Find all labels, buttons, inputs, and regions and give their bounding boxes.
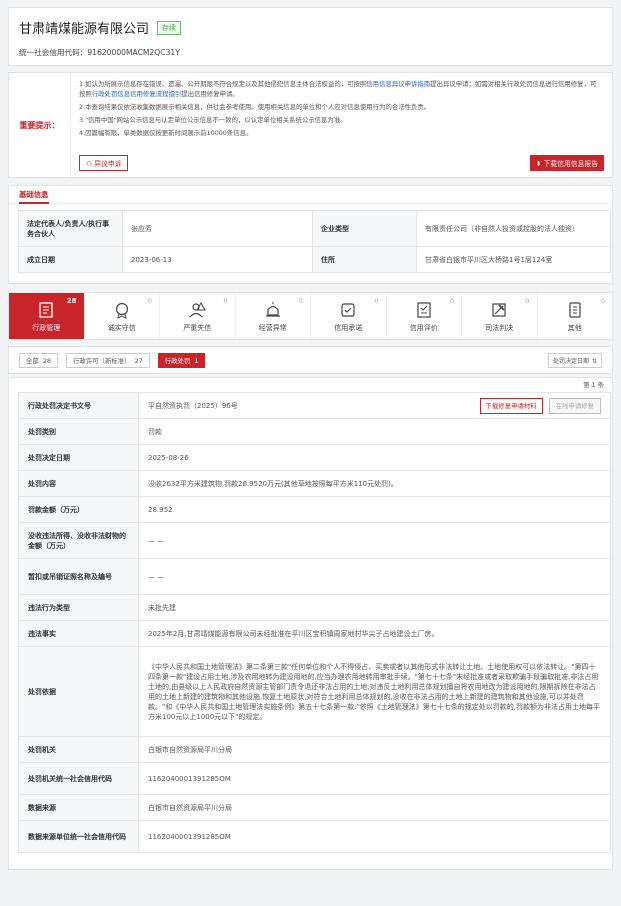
tip-item-2: 2.本查询结果仅依法收集数据展示相关信息，供社会参考使用。使用相关信息的单位和个… — [79, 103, 431, 111]
detail-value: 平自然资执罚（2025）96号 — [148, 401, 238, 410]
detail-key: 数据来源 — [18, 794, 139, 821]
info-key: 住所 — [312, 246, 417, 273]
detail-key: 处罚依据 — [18, 646, 139, 737]
info-value: 张应芳 — [122, 210, 313, 247]
basic-info-table: 法定代表人/负责人/执行事务合伙人 张应芳 企业类型 有限责任公司（非自然人投资… — [18, 210, 611, 273]
detail-value: 罚款 — [138, 418, 611, 445]
detail-key: 数据来源单位统一社会信用代码 — [18, 820, 139, 853]
sort-arrow-icon: ⇅ — [591, 357, 597, 365]
tab-honesty[interactable]: 0 诚实守信 — [85, 293, 160, 339]
pledge-icon — [341, 303, 355, 317]
detail-key: 暂扣或吊销证照名称及编号 — [18, 558, 139, 595]
detail-value: — — — [138, 558, 611, 595]
section-title: 基础信息 — [19, 186, 49, 204]
badge-icon — [115, 302, 128, 319]
category-tabs: 28 行政管理 0 诚实守信 0 严重失信 0 经营异常 0 信用承诺 0 信用… — [8, 292, 613, 340]
detail-key: 处罚类别 — [18, 418, 139, 445]
penalty-detail: 第 1 条 行政处罚决定书文号 平自然资执罚（2025）96号 下载修复申请材料… — [8, 377, 613, 870]
tip-item-4: 4.因篇幅有限，单类数据仅按更新时间展示前10000条信息。 — [79, 129, 253, 137]
appeal-guide-link[interactable]: 信用信息异议申诉指南 — [366, 80, 430, 88]
repair-guide-link[interactable]: 行政处罚信息信用修复流程指引 — [92, 90, 181, 98]
detail-value: 28.952 — [138, 496, 611, 523]
important-tips: 重要提示： 1.如认为所展示信息存在错误、遗漏、公开期限不符合规定以及其他侵犯信… — [8, 72, 613, 178]
filter-bar: 全部 28 行政许可（新标准） 27 行政处罚 1 处罚决定日期 ⇅ — [8, 346, 613, 374]
penalty-table: 行政处罚决定书文号 平自然资执罚（2025）96号 下载修复申请材料 在线申请修… — [18, 392, 611, 853]
detail-value: 1162040001391285OM — [138, 820, 611, 853]
tab-judicial-judgment[interactable]: 0 司法判决 — [462, 293, 538, 339]
download-report-button[interactable]: ⬇ 下载信用信息报告 — [529, 155, 604, 171]
alarm-icon — [265, 302, 280, 317]
tab-admin-management[interactable]: 28 行政管理 — [9, 293, 85, 339]
detail-value: 白银市自然资源局平川分局 — [138, 736, 611, 763]
evaluation-icon — [417, 302, 431, 318]
warning-person-icon — [189, 301, 207, 318]
detail-value: 没收2632平方米建筑物,罚款28.9520万元(其他草地按照每平方米110元处… — [138, 470, 611, 497]
detail-value: 2025-08-26 — [138, 444, 611, 471]
tab-credit-evaluation[interactable]: 0 信用评价 — [387, 293, 462, 339]
detail-key: 处罚机关统一社会信用代码 — [18, 762, 139, 795]
info-value: 有限责任公司（非自然人投资或控股的法人独资） — [416, 210, 611, 247]
detail-key: 没收违法所得、没收非法财物的金额（万元） — [18, 522, 139, 559]
document-icon — [39, 302, 53, 318]
detail-value: 未批先建 — [138, 594, 611, 621]
detail-value-row: 平自然资执罚（2025）96号 下载修复申请材料 在线申请修复 — [138, 392, 611, 419]
info-key: 企业类型 — [312, 210, 417, 247]
detail-value: 《中华人民共和国土地管理法》第二条第三款"任何单位和个人不得侵占、买卖或者以其他… — [138, 646, 611, 737]
detail-value: 2025年2月,甘肃靖煤能源有限公司未经批准在平川区宝积镇周家地村华尖子占地建设… — [138, 620, 611, 647]
detail-key: 处罚内容 — [18, 470, 139, 497]
record-count: 第 1 条 — [583, 381, 604, 389]
detail-key: 处罚决定日期 — [18, 444, 139, 471]
detail-value: 1162040001391285OM — [138, 762, 611, 795]
detail-key: 行政处罚决定书文号 — [18, 392, 139, 419]
company-name: 甘肃靖煤能源有限公司 — [19, 22, 150, 37]
tips-label: 重要提示： — [9, 73, 71, 177]
download-repair-materials-button[interactable]: 下载修复申请材料 — [479, 397, 543, 414]
status-badge: 存续 — [157, 20, 182, 35]
detail-value: — — — [138, 522, 611, 559]
detail-key: 违法事实 — [18, 620, 139, 647]
appeal-button[interactable]: ⚇ 异议申诉 — [79, 155, 129, 171]
more-icon — [569, 302, 581, 318]
filter-all[interactable]: 全部 28 — [19, 352, 58, 368]
tab-abnormal-operation[interactable]: 0 经营异常 — [236, 293, 311, 339]
detail-key: 处罚机关 — [18, 736, 139, 763]
filter-admin-license[interactable]: 行政许可（新标准） 27 — [66, 352, 150, 368]
tip-item-3: 3."信用中国"网站公示信息与认定单位公示信息不一致的，以认定单位相关系统公示信… — [79, 116, 347, 124]
info-value: 甘肃省白银市平川区大桥路1号1层124室 — [416, 246, 611, 273]
download-icon: ⬇ — [535, 160, 544, 168]
gavel-icon — [492, 303, 506, 317]
filter-admin-penalty[interactable]: 行政处罚 1 — [157, 352, 206, 368]
info-key: 成立日期 — [18, 246, 123, 273]
info-value: 2023-06-13 — [122, 246, 313, 273]
tip-item-1: 1.如认为所展示信息存在错误、遗漏、公开期限不符合规定以及其他侵犯信息主体合法权… — [79, 80, 597, 98]
detail-value: 白银市自然资源局平川分局 — [138, 794, 611, 821]
online-repair-button[interactable]: 在线申请修复 — [548, 397, 601, 414]
info-key: 法定代表人/负责人/执行事务合伙人 — [18, 210, 123, 247]
sort-dropdown[interactable]: 处罚决定日期 ⇅ — [547, 352, 602, 368]
detail-key: 罚款金额（万元） — [18, 496, 139, 523]
tab-serious-dishonesty[interactable]: 0 严重失信 — [160, 293, 236, 339]
credit-code: 统一社会信用代码：91620000MACM2QC31Y — [19, 48, 180, 57]
tab-other[interactable]: 0 其他 — [538, 293, 613, 339]
basic-info-section: 基础信息 法定代表人/负责人/执行事务合伙人 张应芳 企业类型 有限责任公司（非… — [8, 185, 613, 284]
tab-credit-commitment[interactable]: 0 信用承诺 — [311, 293, 387, 339]
detail-key: 违法行为类型 — [18, 594, 139, 621]
company-header: 甘肃靖煤能源有限公司 存续 统一社会信用代码：91620000MACM2QC31… — [8, 7, 613, 66]
